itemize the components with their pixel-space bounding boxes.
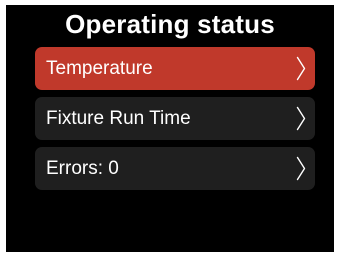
- chevron-right-icon: [296, 106, 306, 131]
- device-screen: Operating status Temperature Fixture Run…: [6, 5, 334, 252]
- chevron-right-icon: [296, 156, 306, 181]
- menu-item-label: Temperature: [46, 58, 153, 79]
- menu-item-label: Fixture Run Time: [46, 108, 191, 129]
- menu-item-label: Errors: 0: [46, 158, 119, 179]
- page-title: Operating status: [65, 9, 275, 39]
- chevron-right-icon: [296, 56, 306, 81]
- menu-item-errors[interactable]: Errors: 0: [35, 147, 315, 190]
- menu-item-fixture-run-time[interactable]: Fixture Run Time: [35, 97, 315, 140]
- menu-item-temperature[interactable]: Temperature: [35, 47, 315, 90]
